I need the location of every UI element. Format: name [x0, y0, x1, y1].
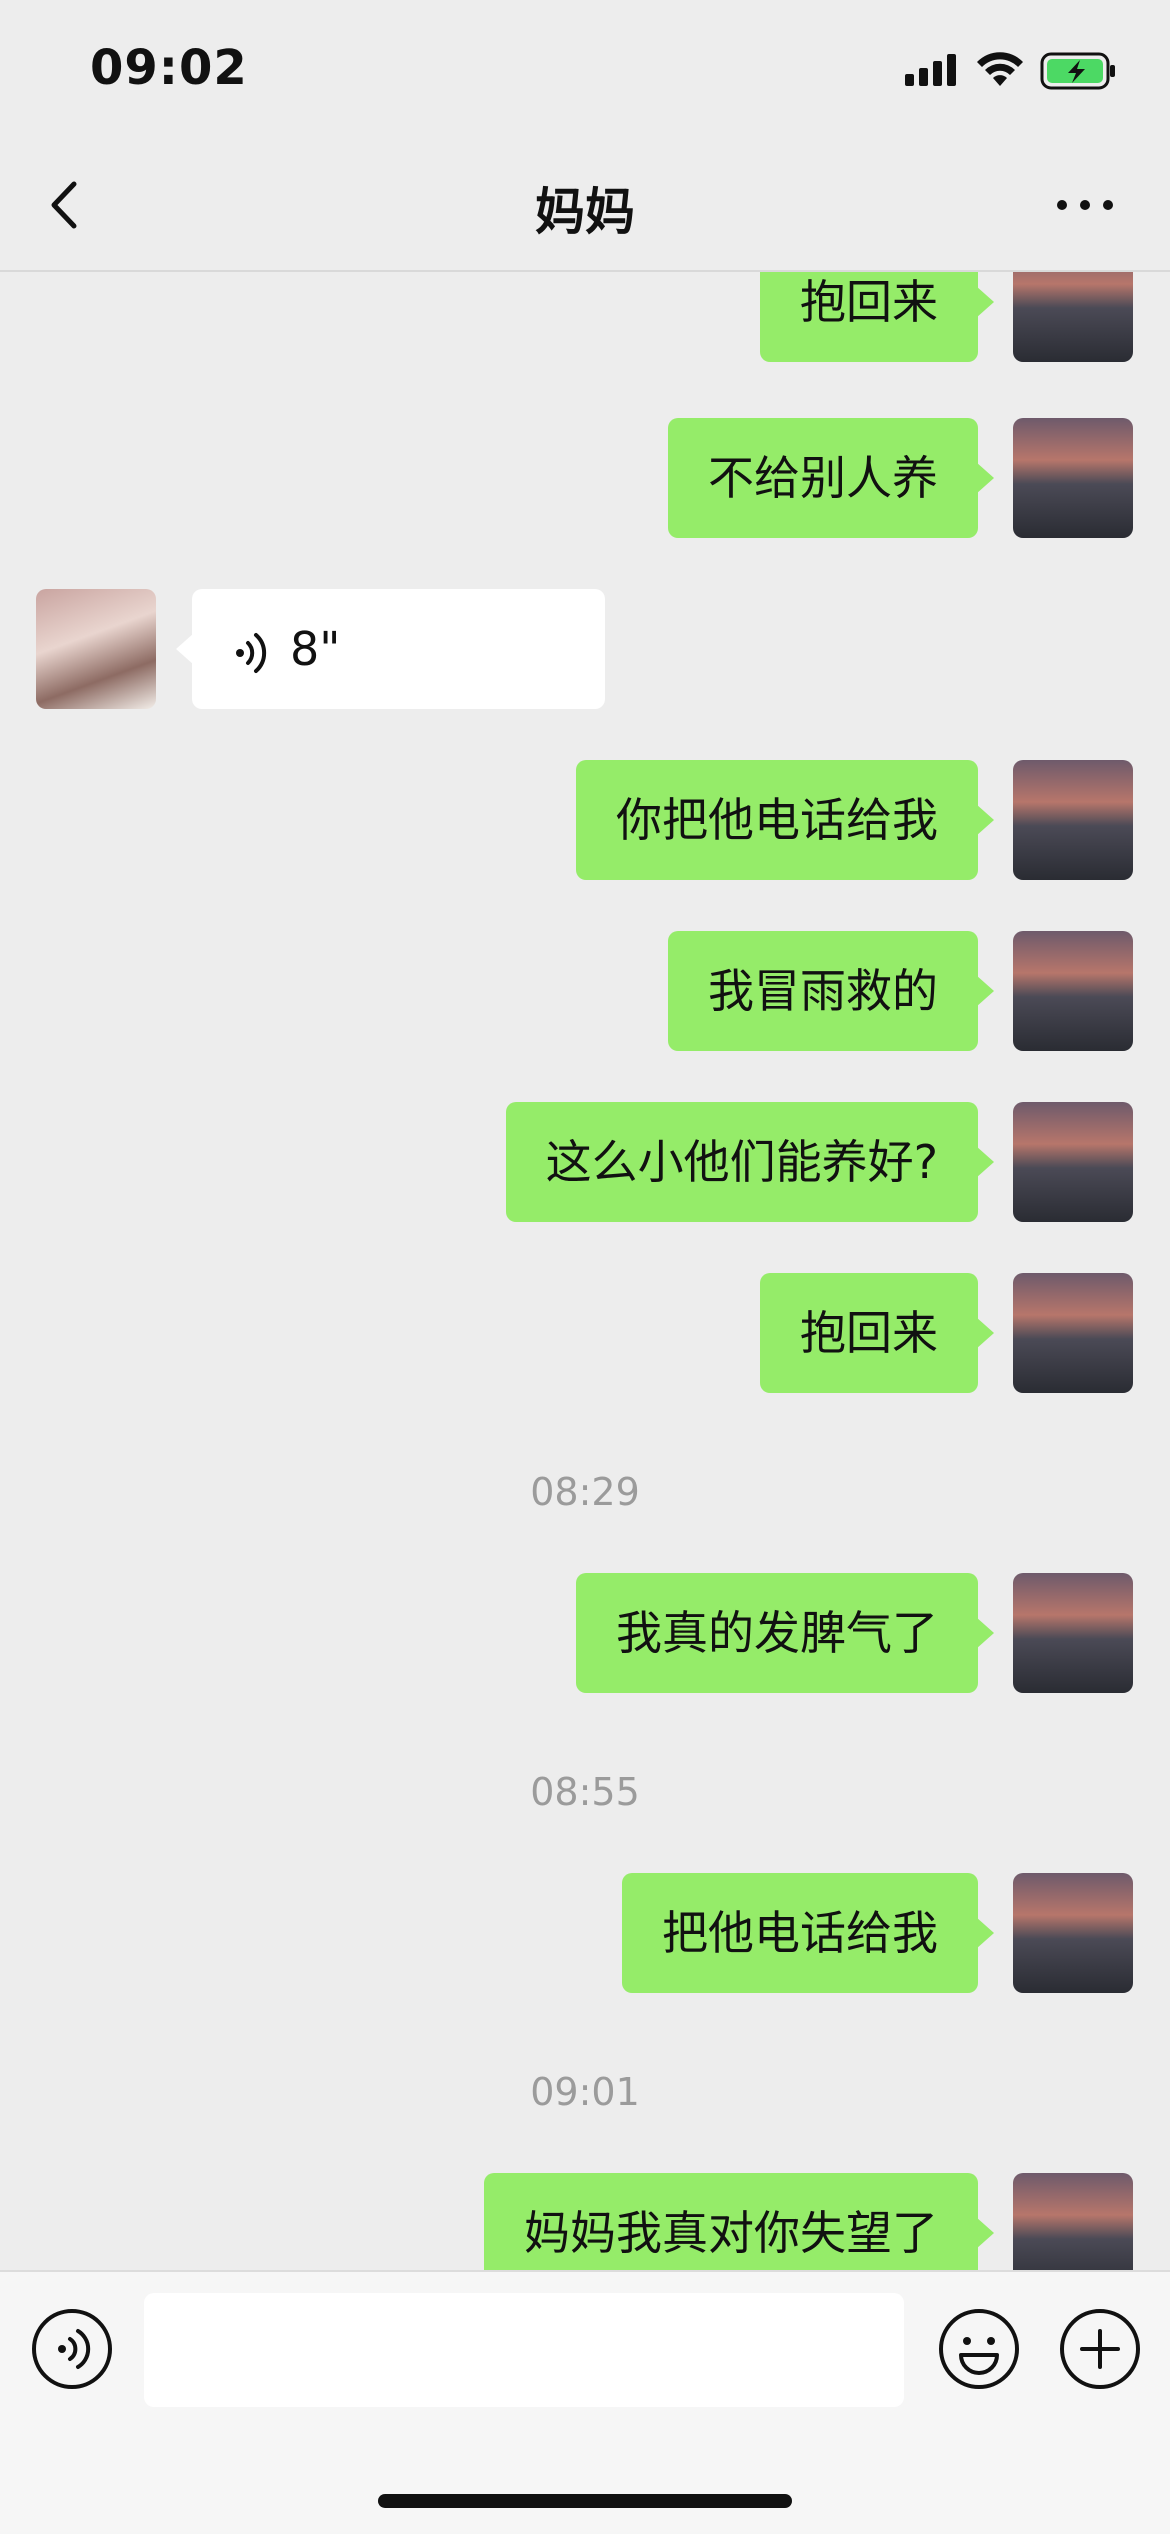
message-row: 我冒雨救的 [0, 931, 1170, 1051]
message-list[interactable]: 抱回来 不给别人养 8" 你把他电话给我 我冒雨救的 这么小他们能养好? 抱回来… [0, 272, 1170, 2270]
my-avatar[interactable] [1013, 760, 1133, 880]
my-avatar[interactable] [1013, 272, 1133, 362]
voice-duration: 8" [290, 622, 341, 676]
status-time: 09:02 [90, 40, 248, 96]
timestamp: 09:01 [530, 2070, 640, 2114]
my-avatar[interactable] [1013, 1573, 1133, 1693]
message-bubble[interactable]: 抱回来 [760, 1273, 994, 1393]
message-row: 把他电话给我 [0, 1873, 1170, 1993]
contact-avatar[interactable] [36, 589, 156, 709]
message-bubble[interactable]: 不给别人养 [668, 418, 994, 538]
timestamp: 08:55 [530, 1770, 640, 1814]
message-bubble[interactable]: 你把他电话给我 [576, 760, 994, 880]
my-avatar[interactable] [1013, 1102, 1133, 1222]
message-row: 不给别人养 [0, 418, 1170, 538]
message-row: 我真的发脾气了 [0, 1573, 1170, 1693]
input-bar [0, 2270, 1170, 2534]
my-avatar[interactable] [1013, 2173, 1133, 2270]
my-avatar[interactable] [1013, 1273, 1133, 1393]
my-avatar[interactable] [1013, 931, 1133, 1051]
message-bubble[interactable]: 把他电话给我 [622, 1873, 994, 1993]
timestamp: 08:29 [530, 1470, 640, 1514]
message-bubble[interactable]: 我真的发脾气了 [576, 1573, 994, 1693]
chat-header: 妈妈 [0, 140, 1170, 272]
cellular-signal-icon [905, 54, 956, 86]
voice-message-row: 8" [0, 589, 1170, 709]
message-row: 你把他电话给我 [0, 760, 1170, 880]
message-row: 抱回来 [0, 272, 1170, 362]
plus-icon[interactable] [1058, 2307, 1142, 2391]
message-row: 妈妈我真对你失望了 [0, 2173, 1170, 2270]
chat-title: 妈妈 [535, 183, 635, 241]
battery-charging-icon [1040, 52, 1115, 90]
message-bubble[interactable]: 抱回来 [760, 272, 994, 362]
message-bubble[interactable]: 这么小他们能养好? [505, 1102, 995, 1222]
my-avatar[interactable] [1013, 418, 1133, 538]
more-dots-icon[interactable] [1050, 180, 1120, 230]
message-bubble[interactable]: 我冒雨救的 [668, 931, 994, 1051]
home-indicator [378, 2494, 792, 2508]
message-row: 抱回来 [0, 1273, 1170, 1393]
wifi-icon [977, 52, 1023, 86]
voice-wave-icon [236, 632, 267, 673]
my-avatar[interactable] [1013, 1873, 1133, 1993]
emoji-icon[interactable] [937, 2307, 1021, 2391]
voice-message-bubble[interactable]: 8" [176, 589, 605, 709]
status-bar: 09:02 [0, 0, 1170, 140]
message-bubble[interactable]: 妈妈我真对你失望了 [484, 2173, 994, 2270]
message-row: 这么小他们能养好? [0, 1102, 1170, 1222]
voice-icon[interactable] [30, 2307, 114, 2391]
message-input[interactable] [144, 2293, 904, 2407]
